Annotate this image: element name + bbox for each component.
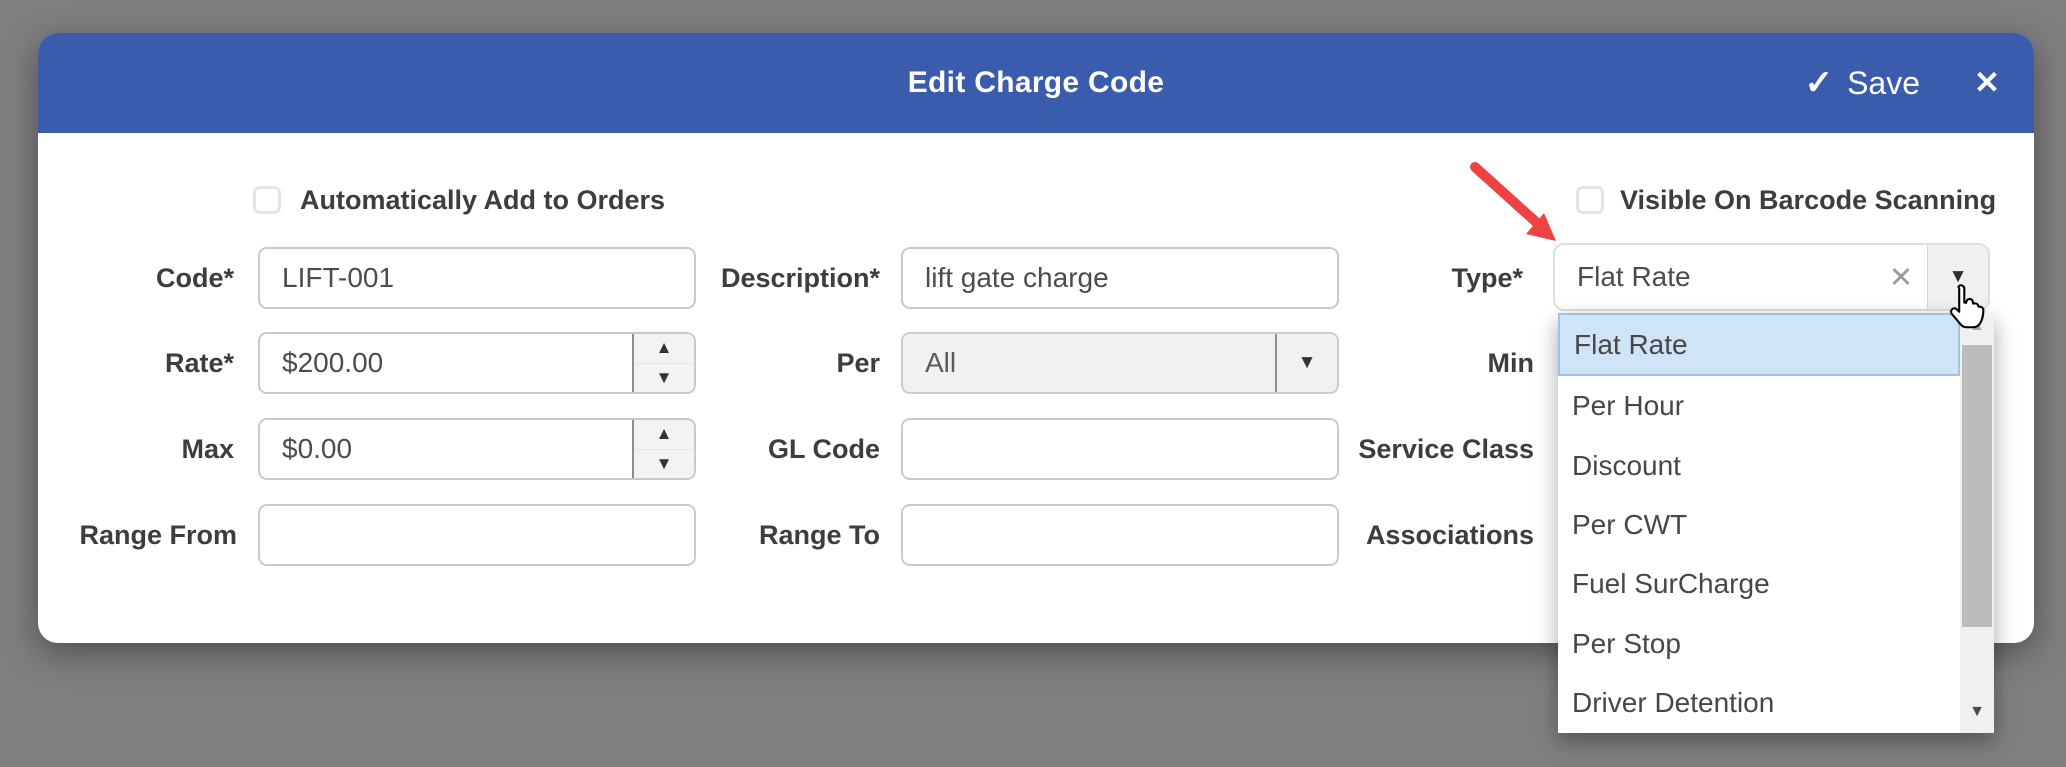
description-label: Description* bbox=[720, 263, 880, 293]
modal-title: Edit Charge Code bbox=[907, 66, 1165, 99]
associations-label: Associations bbox=[1365, 520, 1534, 550]
code-label: Code* bbox=[155, 263, 234, 293]
gl-code-label: GL Code bbox=[767, 434, 880, 464]
type-clear-icon[interactable]: ✕ bbox=[1875, 260, 1927, 295]
dropdown-scrollbar[interactable]: ▲ ▼ bbox=[1960, 313, 1994, 733]
dropdown-option-flat-rate[interactable]: Flat Rate bbox=[1558, 313, 1960, 377]
modal-header: Edit Charge Code ✓ Save ✕ bbox=[38, 33, 2034, 133]
rate-value: $200.00 bbox=[282, 347, 384, 378]
dropdown-option-per-hour[interactable]: Per Hour bbox=[1558, 376, 1960, 436]
max-value: $0.00 bbox=[282, 433, 353, 464]
scrollbar-thumb[interactable] bbox=[1962, 345, 1992, 627]
service-class-label: Service Class bbox=[1358, 434, 1534, 464]
dropdown-option-fuel-surcharge[interactable]: Fuel SurCharge bbox=[1558, 554, 1960, 615]
auto-add-label: Automatically Add to Orders bbox=[300, 185, 666, 215]
scroll-up-icon[interactable]: ▲ bbox=[1960, 317, 1994, 335]
gl-code-input[interactable] bbox=[901, 418, 1339, 480]
dropdown-option-discount[interactable]: Discount bbox=[1558, 435, 1960, 496]
save-label: Save bbox=[1847, 64, 1920, 101]
max-label: Max bbox=[181, 434, 234, 464]
save-button[interactable]: ✓ Save bbox=[1805, 33, 1920, 133]
per-label: Per bbox=[836, 348, 880, 378]
barcode-label: Visible On Barcode Scanning bbox=[1620, 185, 1997, 215]
auto-add-checkbox[interactable] bbox=[253, 186, 281, 214]
range-to-input[interactable] bbox=[901, 504, 1339, 566]
per-value: All bbox=[925, 347, 957, 378]
type-input[interactable]: Flat Rate ✕ bbox=[1555, 245, 1928, 309]
type-value: Flat Rate bbox=[1577, 261, 1691, 292]
code-input[interactable]: LIFT-001 bbox=[258, 247, 696, 309]
per-select[interactable]: All ▼ bbox=[901, 332, 1339, 394]
dropdown-option-per-stop[interactable]: Per Stop bbox=[1558, 614, 1960, 674]
barcode-checkbox[interactable] bbox=[1576, 186, 1604, 214]
per-caret-icon[interactable]: ▼ bbox=[1275, 334, 1337, 392]
max-input[interactable]: $0.00 ▲ ▼ bbox=[258, 418, 696, 480]
min-label: Min bbox=[1487, 348, 1535, 378]
range-from-input[interactable] bbox=[258, 504, 696, 566]
dropdown-option-driver-detention[interactable]: Driver Detention bbox=[1558, 673, 1960, 733]
range-from-label: Range From bbox=[79, 520, 237, 550]
modal-backdrop: Edit Charge Code ✓ Save ✕ Automatically … bbox=[0, 0, 2066, 767]
type-label: Type* bbox=[1451, 263, 1523, 293]
range-to-label: Range To bbox=[759, 520, 880, 550]
scroll-down-icon[interactable]: ▼ bbox=[1960, 703, 1994, 721]
type-option-list: Flat Rate Per Hour Discount Per CWT Fuel… bbox=[1558, 313, 1960, 733]
type-dropdown-panel: Flat Rate Per Hour Discount Per CWT Fuel… bbox=[1558, 313, 1994, 733]
rate-label: Rate* bbox=[164, 348, 234, 378]
description-input[interactable]: lift gate charge bbox=[901, 247, 1339, 309]
close-button[interactable]: ✕ bbox=[1974, 33, 2000, 133]
rate-input[interactable]: $200.00 ▲ ▼ bbox=[258, 332, 696, 394]
check-icon: ✓ bbox=[1804, 64, 1834, 102]
type-dropdown-button[interactable]: ▼ bbox=[1928, 245, 1988, 309]
dropdown-option-per-cwt[interactable]: Per CWT bbox=[1558, 495, 1960, 555]
type-combobox: Flat Rate ✕ ▼ bbox=[1553, 243, 1990, 311]
